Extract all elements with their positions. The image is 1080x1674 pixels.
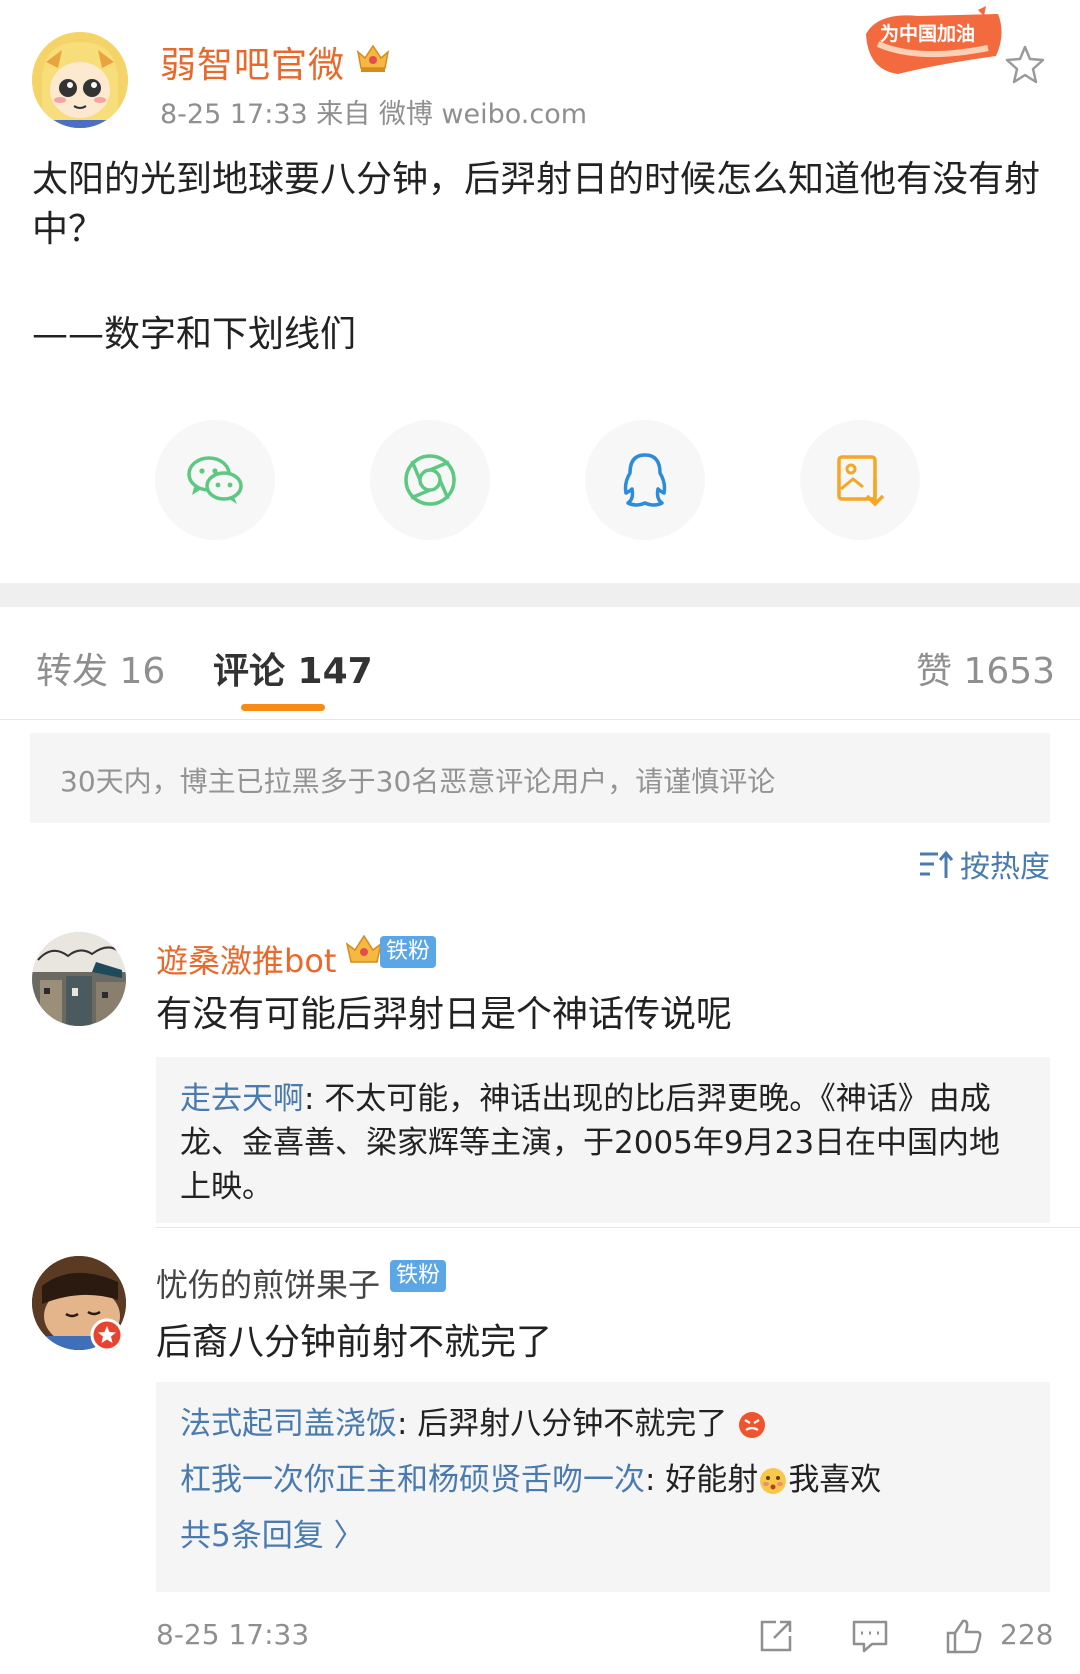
sort-by-hot-button[interactable]: 按热度: [918, 842, 1050, 886]
fan-badge: 铁粉: [380, 936, 437, 968]
reply-text: : 后羿射八分钟不就完了: [397, 1406, 728, 1442]
sort-label: 按热度: [960, 850, 1050, 885]
moments-icon: [404, 454, 456, 506]
share-row: [0, 420, 1080, 544]
post-meta: 8-25 17:33 来自 微博 weibo.com: [160, 99, 588, 130]
tab-likes[interactable]: 赞 1653: [916, 642, 1055, 694]
share-wechat-button[interactable]: [155, 420, 275, 540]
comment-text: 后裔八分钟前射不就完了: [156, 1322, 553, 1363]
save-image-icon: [837, 455, 885, 507]
commenter-avatar[interactable]: [32, 932, 126, 1026]
more-replies-link[interactable]: 共5条回复 〉: [180, 1514, 365, 1558]
reply-text-after: 我喜欢: [788, 1462, 882, 1498]
commenter-name[interactable]: 遊桑激推bot: [156, 936, 336, 982]
commenter-name[interactable]: 忧伤的煎饼果子: [156, 1260, 380, 1306]
section-divider: [0, 583, 1080, 607]
verified-badge-icon: [90, 1318, 124, 1352]
blushing-emoji-icon: [760, 1468, 787, 1494]
comment-time: 8-25 17:33: [156, 1618, 310, 1651]
reply-text: : 好能射: [645, 1462, 759, 1498]
reply-box: 法式起司盖浇饭: 后羿射八分钟不就完了 杠我一次你正主和杨硕贤舌吻一次: 好能射…: [156, 1382, 1050, 1592]
comment-icon[interactable]: [850, 1616, 890, 1656]
tab-repost[interactable]: 转发 16: [36, 642, 165, 694]
promo-text: 为中国加油: [880, 22, 975, 45]
reply-username[interactable]: 杠我一次你正主和杨硕贤舌吻一次: [180, 1462, 645, 1498]
comment-divider: [156, 1227, 1080, 1228]
reply-item: 杠我一次你正主和杨硕贤舌吻一次: 好能射 我喜欢: [180, 1458, 1026, 1502]
share-icon[interactable]: [756, 1616, 796, 1656]
reply-box: 走去天啊: 不太可能，神话出现的比后羿更晚。《神话》由成龙、金喜善、梁家辉等主演…: [156, 1057, 1050, 1223]
active-tab-indicator: [241, 704, 325, 711]
tab-bar: 转发 16 评论 147 赞 1653: [0, 608, 1080, 720]
fan-badge: 铁粉: [390, 1260, 447, 1292]
post-signature: ——数字和下划线们: [32, 314, 357, 355]
save-image-button[interactable]: [800, 420, 920, 540]
author-avatar[interactable]: [32, 32, 128, 128]
wechat-icon: [187, 456, 243, 504]
star-favorite-icon[interactable]: [1005, 44, 1045, 84]
like-thumb-icon[interactable]: [944, 1616, 984, 1656]
anime-avatar-icon: [32, 32, 128, 128]
post-header: 弱智吧官微 8-25 17:33 来自 微博 weibo.com 为中国加油: [0, 0, 1080, 140]
promo-badge: 为中国加油: [858, 4, 1008, 82]
album-cover-avatar-icon: [32, 932, 126, 1026]
like-count: 228: [1000, 1618, 1054, 1651]
crown-icon: [356, 44, 390, 72]
sort-icon: [920, 850, 954, 878]
qq-icon: [623, 453, 667, 507]
author-name[interactable]: 弱智吧官微: [160, 36, 345, 88]
angry-emoji-icon: [739, 1412, 766, 1438]
share-qq-button[interactable]: [585, 420, 705, 540]
reply-item: 法式起司盖浇饭: 后羿射八分钟不就完了: [180, 1402, 1026, 1446]
reply-username[interactable]: 走去天啊: [180, 1081, 304, 1117]
comment-text: 有没有可能后羿射日是个神话传说呢: [156, 994, 733, 1035]
comment-action-bar: 8-25 17:33 228: [156, 1612, 1054, 1662]
comment-notice: 30天内，博主已拉黑多于30名恶意评论用户，请谨慎评论: [30, 733, 1050, 823]
tab-comments[interactable]: 评论 147: [213, 642, 373, 694]
post-body: 太阳的光到地球要八分钟，后羿射日的时候怎么知道他有没有射中？: [32, 159, 1041, 250]
crown-icon: [345, 934, 383, 963]
share-moments-button[interactable]: [370, 420, 490, 540]
reply-username[interactable]: 法式起司盖浇饭: [180, 1406, 397, 1442]
